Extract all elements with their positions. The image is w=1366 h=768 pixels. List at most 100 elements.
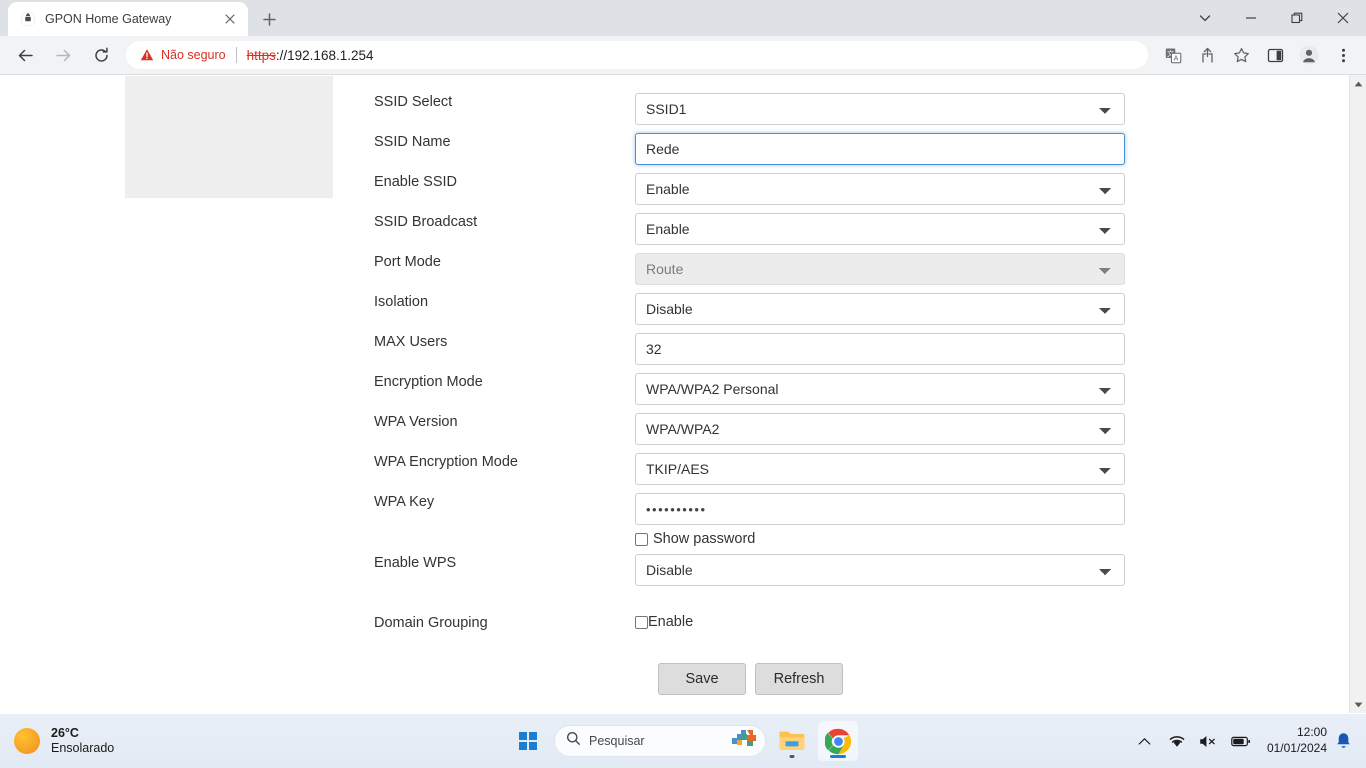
file-explorer-icon[interactable] — [772, 721, 812, 761]
google-chrome-icon[interactable] — [818, 721, 858, 761]
label-encryption-mode: Encryption Mode — [374, 374, 483, 390]
not-secure-warning-icon — [140, 48, 154, 62]
field-row-isolation: Isolation Disable — [374, 293, 1134, 325]
field-row-enable-ssid: Enable SSID Enable — [374, 173, 1134, 205]
ssid-name-input[interactable] — [635, 133, 1125, 165]
tab-search-button[interactable] — [1182, 0, 1228, 36]
isolation-dropdown[interactable]: Disable — [635, 293, 1125, 325]
maximize-restore-button[interactable] — [1274, 0, 1320, 36]
label-port-mode: Port Mode — [374, 254, 441, 270]
refresh-button[interactable]: Refresh — [755, 663, 843, 695]
field-row-domain-grouping: Domain Grouping Enable — [374, 614, 1134, 631]
form-button-row: Save Refresh — [658, 663, 843, 695]
running-indicator — [789, 755, 795, 758]
tab-strip: GPON Home Gateway — [0, 0, 1366, 36]
field-row-ssid-name: SSID Name — [374, 133, 1134, 165]
page-scrollbar[interactable] — [1349, 75, 1366, 713]
scroll-down-arrow[interactable] — [1350, 696, 1366, 713]
ssid-select-dropdown[interactable]: SSID1 — [635, 93, 1125, 125]
label-isolation: Isolation — [374, 294, 429, 310]
browser-toolbar: Não seguro https://192.168.1.254 文 A — [0, 36, 1366, 75]
wpa-encryption-mode-dropdown[interactable]: TKIP/AES — [635, 453, 1125, 485]
weather-widget[interactable]: 26°C Ensolarado — [0, 726, 114, 757]
star-icon[interactable] — [1226, 40, 1256, 70]
label-enable-ssid: Enable SSID — [374, 174, 458, 190]
address-bar[interactable]: Não seguro https://192.168.1.254 — [126, 41, 1148, 69]
tray-overflow-chevron-icon[interactable] — [1132, 725, 1158, 757]
show-password-row: Show password — [635, 531, 1134, 547]
profile-avatar-icon[interactable] — [1294, 40, 1324, 70]
scrollbar-thumb[interactable] — [1352, 95, 1364, 191]
wpa-version-dropdown[interactable]: WPA/WPA2 — [635, 413, 1125, 445]
max-users-input[interactable] — [635, 333, 1125, 365]
wpa-key-input[interactable] — [635, 493, 1125, 525]
field-row-encryption-mode: Encryption Mode WPA/WPA2 Personal — [374, 373, 1134, 405]
reload-icon[interactable] — [85, 39, 117, 71]
weather-temperature: 26°C — [51, 725, 79, 740]
clock-date: 01/01/2024 — [1266, 741, 1327, 755]
label-ssid-select: SSID Select — [374, 94, 453, 110]
show-password-checkbox[interactable] — [635, 532, 648, 546]
field-row-enable-wps: Enable WPS Disable — [374, 554, 1134, 586]
field-row-ssid-broadcast: SSID Broadcast Enable — [374, 213, 1134, 245]
scroll-up-arrow[interactable] — [1350, 75, 1366, 92]
field-row-wpa-encryption-mode: WPA Encryption Mode TKIP/AES — [374, 453, 1134, 485]
domain-grouping-checkbox[interactable] — [635, 615, 648, 629]
search-icon — [566, 731, 581, 751]
back-arrow-icon[interactable] — [9, 39, 41, 71]
label-domain-grouping: Domain Grouping — [374, 615, 488, 631]
label-enable-wps: Enable WPS — [374, 555, 457, 571]
svg-text:A: A — [1173, 55, 1178, 62]
windows-logo-icon — [519, 732, 537, 750]
not-secure-label: Não seguro — [161, 48, 226, 62]
new-tab-button[interactable] — [255, 5, 283, 33]
field-row-max-users: MAX Users — [374, 333, 1134, 365]
url-host: ://192.168.1.254 — [275, 47, 374, 63]
search-placeholder-text: Pesquisar — [589, 734, 645, 748]
close-window-button[interactable] — [1320, 0, 1366, 36]
sun-icon — [14, 728, 40, 754]
label-ssid-broadcast: SSID Broadcast — [374, 214, 478, 230]
wifi-icon[interactable] — [1164, 725, 1190, 757]
left-gray-panel — [125, 76, 333, 198]
side-panel-icon[interactable] — [1260, 40, 1290, 70]
widgets-puzzle-icon[interactable] — [731, 729, 757, 754]
field-row-ssid-select: SSID Select SSID1 — [374, 93, 1134, 125]
ssid-broadcast-dropdown[interactable]: Enable — [635, 213, 1125, 245]
translate-icon[interactable]: 文 A — [1158, 40, 1188, 70]
forward-arrow-icon[interactable] — [47, 39, 79, 71]
minimize-button[interactable] — [1228, 0, 1274, 36]
close-tab-icon[interactable] — [220, 9, 240, 29]
browser-window: GPON Home Gateway Não seguro https://192… — [0, 0, 1366, 714]
taskbar-center-group: Pesquisar — [508, 721, 858, 761]
url-text: https://192.168.1.254 — [247, 48, 374, 63]
label-max-users: MAX Users — [374, 334, 448, 350]
battery-icon[interactable] — [1228, 725, 1254, 757]
domain-grouping-row: Enable — [635, 614, 1134, 630]
active-indicator — [830, 755, 846, 758]
save-button[interactable]: Save — [658, 663, 746, 695]
weather-condition: Ensolarado — [51, 741, 115, 755]
omnibox-divider — [235, 47, 237, 63]
globe-icon — [20, 11, 36, 27]
field-row-port-mode: Port Mode Route — [374, 253, 1134, 285]
field-row-wpa-version: WPA Version WPA/WPA2 — [374, 413, 1134, 445]
share-icon[interactable] — [1192, 40, 1222, 70]
encryption-mode-dropdown[interactable]: WPA/WPA2 Personal — [635, 373, 1125, 405]
enable-ssid-dropdown[interactable]: Enable — [635, 173, 1125, 205]
page-viewport: SSID Select SSID1 SSID Name Enable SSID — [0, 75, 1366, 713]
volume-muted-icon[interactable] — [1196, 725, 1222, 757]
taskbar-search-box[interactable]: Pesquisar — [554, 725, 766, 757]
notification-bell-icon[interactable] — [1335, 732, 1352, 750]
show-password-label: Show password — [653, 531, 756, 547]
browser-tab[interactable]: GPON Home Gateway — [8, 2, 248, 36]
field-row-wpa-key: WPA Key Show password — [374, 493, 1134, 547]
windows-taskbar: 26°C Ensolarado Pesquisar 12:00 01/01/20… — [0, 714, 1366, 768]
url-scheme: https — [246, 47, 276, 63]
weather-text: 26°C Ensolarado — [51, 726, 114, 757]
start-button[interactable] — [508, 721, 548, 761]
three-dot-menu-icon[interactable] — [1328, 40, 1358, 70]
taskbar-clock[interactable]: 12:00 01/01/2024 — [1267, 725, 1327, 756]
label-wpa-key: WPA Key — [374, 494, 435, 510]
enable-wps-dropdown[interactable]: Disable — [635, 554, 1125, 586]
